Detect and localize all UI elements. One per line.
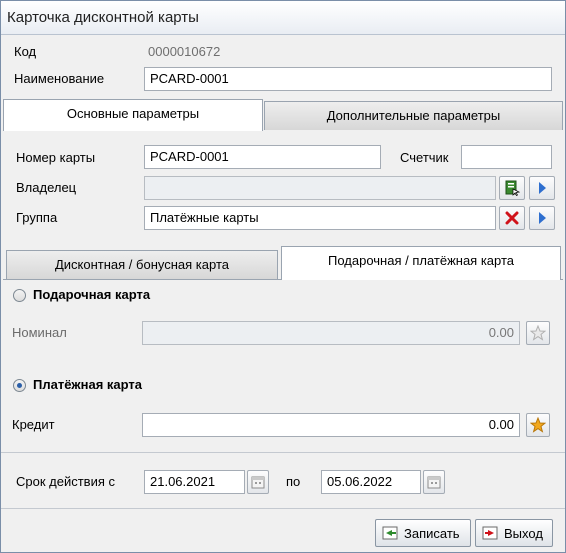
card-window: Карточка дисконтной карты Код 0000010672… [0, 0, 566, 553]
owner-input[interactable] [144, 176, 496, 200]
save-icon [382, 526, 398, 540]
gift-card-label: Подарочная карта [33, 287, 151, 302]
owner-label: Владелец [16, 180, 77, 195]
save-button[interactable]: Записать [375, 519, 471, 547]
validity-from-calendar-button[interactable] [247, 470, 269, 494]
credit-label: Кредит [12, 417, 55, 432]
tab-discount-card[interactable]: Дисконтная / бонусная карта [6, 250, 278, 280]
group-input[interactable]: Платёжные карты [144, 206, 496, 230]
group-open-button[interactable] [529, 206, 555, 230]
nominal-input[interactable]: 0.00 [142, 321, 520, 345]
exit-button[interactable]: Выход [475, 519, 553, 547]
validity-to-input[interactable]: 05.06.2022 [321, 470, 421, 494]
clear-x-icon [505, 211, 519, 225]
counter-label: Счетчик [400, 150, 449, 165]
exit-icon [482, 526, 498, 540]
exit-button-label: Выход [504, 525, 543, 541]
tab-main-params[interactable]: Основные параметры [3, 99, 263, 131]
owner-open-button[interactable] [529, 176, 555, 200]
calendar-icon [427, 476, 441, 489]
validity-from-label: Срок действия с [16, 474, 115, 489]
arrow-right-icon [539, 182, 546, 194]
footer-divider [1, 508, 565, 509]
payment-card-radio[interactable] [13, 379, 26, 392]
owner-select-button[interactable] [499, 176, 525, 200]
title-bar: Карточка дисконтной карты [1, 1, 565, 35]
window-body: Код 0000010672 Наименование PCARD-0001 О… [1, 35, 565, 552]
nominal-label: Номинал [12, 325, 67, 340]
code-value: 0000010672 [148, 44, 221, 59]
group-clear-button[interactable] [499, 206, 525, 230]
arrow-right-icon [539, 212, 546, 224]
gift-card-radio[interactable] [13, 289, 26, 302]
credit-star-button[interactable] [526, 413, 550, 437]
card-number-label: Номер карты [16, 150, 96, 165]
name-label: Наименование [14, 71, 105, 86]
counter-input[interactable] [461, 145, 552, 169]
validity-to-label: по [286, 474, 301, 489]
group-label: Группа [16, 210, 58, 225]
save-button-label: Записать [404, 525, 460, 541]
divider [1, 452, 565, 453]
code-label: Код [14, 44, 37, 59]
credit-input[interactable]: 0.00 [142, 413, 520, 437]
calendar-icon [251, 476, 265, 489]
tab-extra-params[interactable]: Дополнительные параметры [264, 101, 563, 131]
validity-to-calendar-button[interactable] [423, 470, 445, 494]
payment-card-label: Платёжная карта [33, 377, 143, 392]
window-title: Карточка дисконтной карты [7, 9, 199, 26]
star-icon [530, 417, 546, 433]
tab-gift-payment-card[interactable]: Подарочная / платёжная карта [281, 246, 561, 280]
card-number-input[interactable]: PCARD-0001 [144, 145, 381, 169]
name-input[interactable]: PCARD-0001 [144, 67, 552, 91]
nominal-star-button[interactable] [526, 321, 550, 345]
star-icon [530, 325, 546, 341]
validity-from-input[interactable]: 21.06.2021 [144, 470, 245, 494]
select-icon [505, 180, 520, 196]
